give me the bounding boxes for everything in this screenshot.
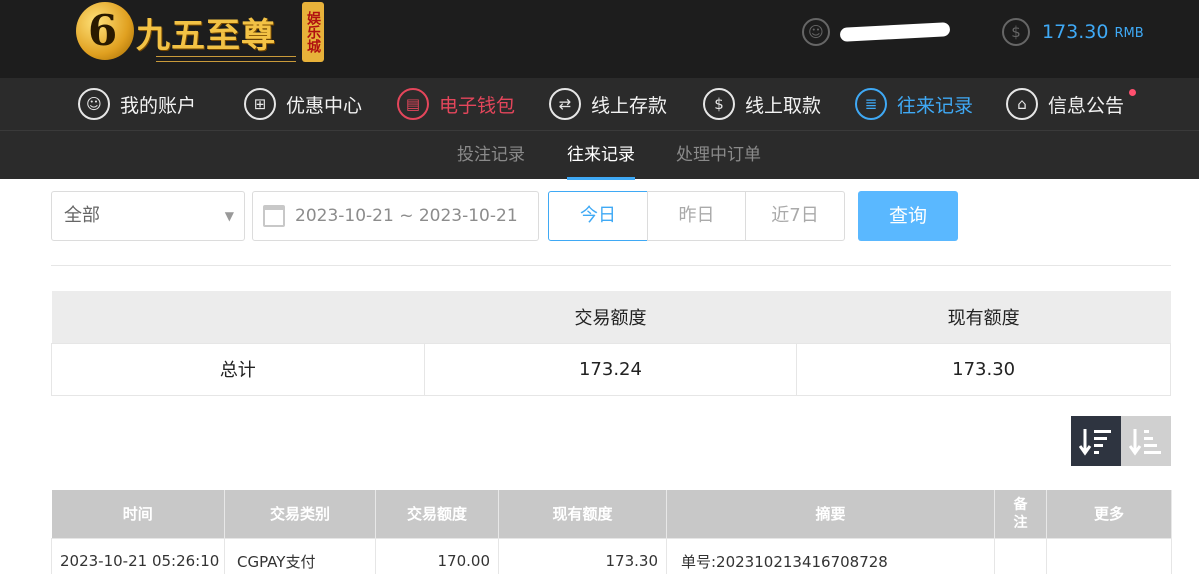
- nav-records[interactable]: ≣ 往来记录: [855, 87, 973, 121]
- cell-amount: 170.00: [375, 537, 499, 574]
- username-redacted: [839, 22, 951, 42]
- logo-text: 九五至尊: [136, 16, 276, 56]
- gift-icon: ⊞: [244, 88, 276, 120]
- records-header-row: 时间 交易类别 交易额度 现有额度 摘要 备注 更多: [51, 490, 1172, 538]
- cell-more[interactable]: [1046, 537, 1172, 574]
- logo-ornament: [156, 56, 296, 62]
- type-select[interactable]: 全部 ▼: [51, 191, 245, 241]
- col-balance[interactable]: 现有额度: [498, 490, 667, 538]
- records-icon: ≣: [855, 88, 887, 120]
- col-time[interactable]: 时间: [51, 490, 225, 538]
- quick-7days-button[interactable]: 近7日: [745, 191, 845, 241]
- logo-mark: 6: [76, 2, 134, 60]
- sort-desc-icon: [1079, 429, 1111, 456]
- user-icon: ☺: [802, 18, 830, 46]
- logo[interactable]: 6 九五至尊 娱乐城: [76, 2, 326, 64]
- wallet-icon: ▤: [397, 88, 429, 120]
- nav-my-account[interactable]: ☺ 我的账户: [78, 87, 196, 121]
- cell-note: [994, 537, 1047, 574]
- tab-bet-records[interactable]: 投注记录: [457, 131, 525, 180]
- notification-dot: [1129, 89, 1137, 96]
- quick-today-button[interactable]: 今日: [548, 191, 648, 241]
- nav-label: 我的账户: [120, 94, 197, 117]
- summary-header-amount: 交易额度: [424, 291, 797, 343]
- deposit-icon: ⇄: [549, 88, 581, 120]
- cell-summary: 单号:202310213416708728: [666, 537, 995, 574]
- type-select-value: 全部: [64, 205, 100, 226]
- calendar-icon: [263, 205, 285, 227]
- divider: [51, 265, 1171, 266]
- summary-row: 总计 173.24 173.30: [51, 342, 1171, 396]
- user-info[interactable]: ☺: [802, 17, 951, 47]
- tab-pending-orders[interactable]: 处理中订单: [676, 131, 761, 180]
- nav-promotions[interactable]: ⊞ 优惠中心: [244, 87, 362, 121]
- balance-info: $ 173.30 RMB: [1002, 17, 1144, 47]
- nav-label: 电子钱包: [439, 94, 516, 117]
- user-icon: ☺: [78, 88, 110, 120]
- bell-icon: ⌂: [1006, 88, 1038, 120]
- records-table: 时间 交易类别 交易额度 现有额度 摘要 备注 更多 2023-10-21 05…: [51, 490, 1172, 574]
- summary-header-row: 交易额度 现有额度: [51, 291, 1171, 343]
- summary-header-blank: [51, 291, 425, 343]
- nav-label: 往来记录: [897, 94, 974, 117]
- withdraw-icon: $: [703, 88, 735, 120]
- summary-amount: 173.24: [423, 342, 798, 396]
- cell-type: CGPAY支付: [224, 537, 376, 574]
- cell-time: 2023-10-21 05:26:10: [51, 537, 225, 574]
- nav-withdraw[interactable]: $ 线上取款: [703, 87, 821, 121]
- tab-transaction-records[interactable]: 往来记录: [567, 131, 635, 180]
- query-button[interactable]: 查询: [858, 191, 958, 241]
- table-row[interactable]: 2023-10-21 05:26:10 CGPAY支付 170.00 173.3…: [51, 537, 1172, 574]
- main-nav: ☺ 我的账户 ⊞ 优惠中心 ▤ 电子钱包 ⇄ 线上存款 $ 线上取款 ≣ 往来记…: [0, 78, 1199, 130]
- sort-desc-button[interactable]: [1071, 416, 1121, 466]
- summary-balance: 173.30: [796, 342, 1171, 396]
- col-more[interactable]: 更多: [1046, 490, 1172, 538]
- sort-asc-button[interactable]: [1121, 416, 1171, 466]
- col-summary[interactable]: 摘要: [666, 490, 995, 538]
- nav-announcements[interactable]: ⌂ 信息公告: [1006, 87, 1137, 121]
- sub-nav: 投注记录 往来记录 处理中订单: [0, 130, 1199, 180]
- logo-mark-text: 6: [88, 6, 118, 55]
- balance-value: 173.30: [1042, 21, 1109, 43]
- top-header: 6 九五至尊 娱乐城 ☺ $ 173.30 RMB: [0, 0, 1199, 78]
- date-range-value: 2023-10-21 ~ 2023-10-21: [295, 206, 518, 226]
- col-type[interactable]: 交易类别: [224, 490, 376, 538]
- nav-wallet[interactable]: ▤ 电子钱包: [397, 87, 515, 121]
- cell-balance: 173.30: [498, 537, 667, 574]
- summary-table: 交易额度 现有额度 总计 173.24 173.30: [51, 291, 1171, 396]
- nav-deposit[interactable]: ⇄ 线上存款: [549, 87, 667, 121]
- nav-label: 信息公告: [1048, 94, 1125, 117]
- col-amount[interactable]: 交易额度: [375, 490, 499, 538]
- sort-asc-icon: [1129, 429, 1161, 456]
- date-range-picker[interactable]: 2023-10-21 ~ 2023-10-21: [252, 191, 539, 241]
- summary-header-balance: 现有额度: [796, 291, 1171, 343]
- balance-currency: RMB: [1114, 26, 1144, 41]
- nav-label: 线上取款: [745, 94, 822, 117]
- quick-yesterday-button[interactable]: 昨日: [647, 191, 746, 241]
- nav-label: 优惠中心: [286, 94, 363, 117]
- logo-badge: 娱乐城: [302, 2, 324, 62]
- col-note[interactable]: 备注: [994, 490, 1047, 538]
- summary-label: 总计: [51, 342, 425, 396]
- nav-label: 线上存款: [591, 94, 668, 117]
- caret-down-icon: ▼: [224, 209, 234, 223]
- dollar-icon: $: [1002, 18, 1030, 46]
